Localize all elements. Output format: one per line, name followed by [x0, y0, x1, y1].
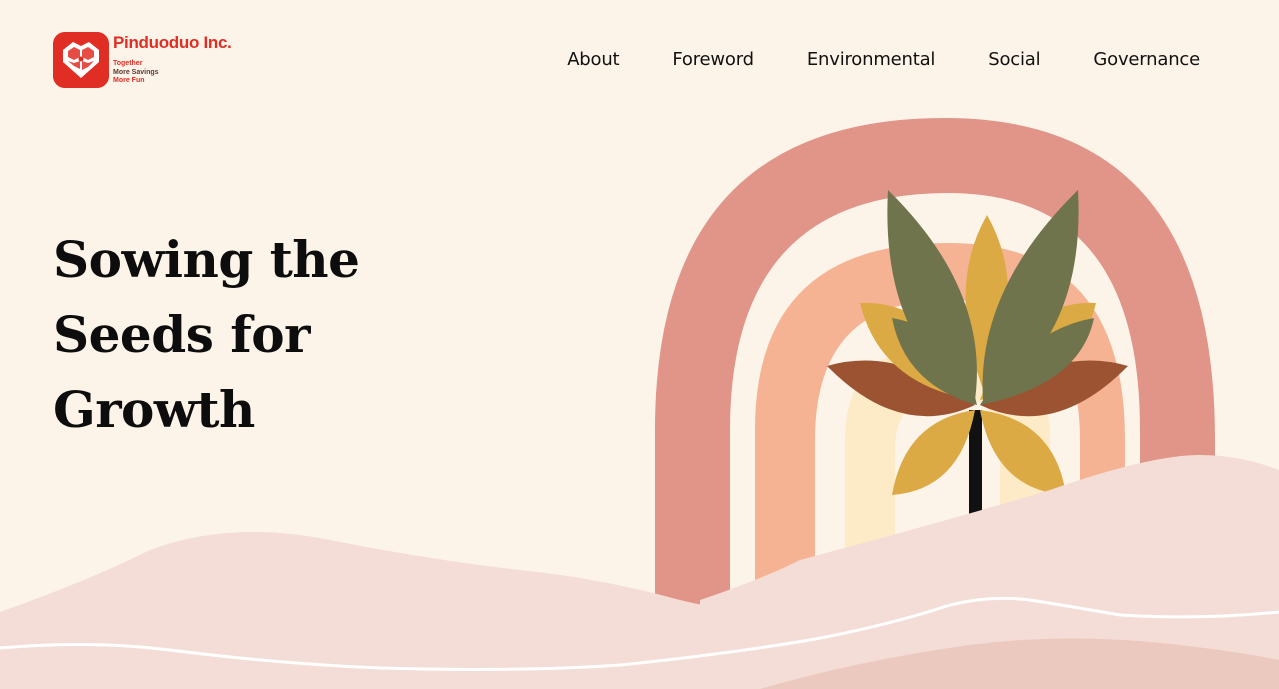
leaf-gold-front-left: [892, 410, 975, 495]
hero-title: Sowing the Seeds for Growth: [53, 222, 393, 447]
page: Pinduoduo Inc. Together More Savings Mor…: [0, 0, 1279, 689]
hero-title-line-1: Sowing the: [53, 230, 360, 289]
hero-title-line-2: Seeds for: [53, 305, 310, 364]
hero-title-line-3: Growth: [53, 380, 255, 439]
